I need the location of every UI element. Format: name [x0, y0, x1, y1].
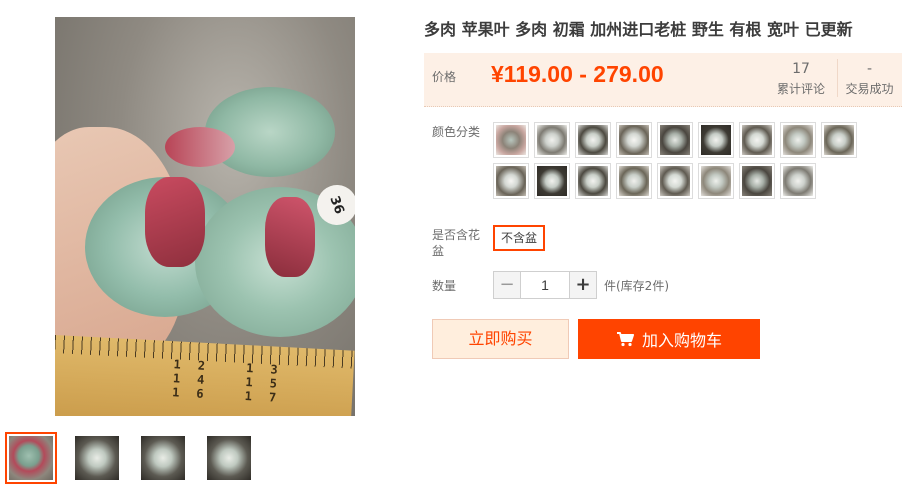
product-title: 多肉 苹果叶 多肉 初霜 加州进口老桩 野生 有根 宽叶 已更新: [424, 20, 853, 39]
thumbnail-3[interactable]: [137, 432, 189, 484]
succulent-red-leaf: [265, 197, 315, 277]
ruler-illustration: 12 13 14 15 16 17: [55, 335, 355, 416]
color-swatch[interactable]: [780, 122, 816, 158]
color-swatch[interactable]: [575, 122, 611, 158]
buy-now-button[interactable]: 立即购买: [432, 319, 569, 359]
color-swatch[interactable]: [616, 122, 652, 158]
quantity-increase-button[interactable]: +: [569, 271, 597, 299]
color-swatch[interactable]: [575, 163, 611, 199]
main-product-image[interactable]: 12 13 14 15 16 17 36: [55, 17, 355, 416]
add-to-cart-button[interactable]: 加入购物车: [578, 319, 760, 359]
color-swatch[interactable]: [821, 122, 857, 158]
ruler-numbers: 12 13 14 15 16 17: [171, 357, 295, 406]
color-swatch-grid: [493, 122, 863, 199]
color-swatch[interactable]: [698, 163, 734, 199]
color-swatch[interactable]: [534, 122, 570, 158]
color-swatch[interactable]: [657, 122, 693, 158]
sales-count: -: [866, 61, 873, 77]
reviews-label: 累计评论: [776, 82, 825, 96]
color-swatch[interactable]: [739, 122, 775, 158]
price-panel: 价格 ¥119.00 - 279.00 17 累计评论 - 交易成功: [424, 53, 902, 107]
color-swatch[interactable]: [698, 122, 734, 158]
color-swatch[interactable]: [657, 163, 693, 199]
pot-option-no-pot[interactable]: 不含盆: [493, 225, 546, 251]
thumbnail-4[interactable]: [203, 432, 255, 484]
color-label: 颜色分类: [432, 125, 481, 139]
sales-stat: - 交易成功: [837, 59, 901, 97]
thumbnail-1[interactable]: [5, 432, 57, 484]
color-swatch[interactable]: [493, 122, 529, 158]
succulent-red-leaf: [165, 127, 235, 167]
color-swatch[interactable]: [493, 163, 529, 199]
price-range: ¥119.00 - 279.00: [491, 61, 664, 87]
reviews-count: 17: [792, 61, 810, 77]
price-label: 价格: [432, 70, 457, 84]
sales-label: 交易成功: [845, 82, 894, 96]
quantity-decrease-button[interactable]: −: [493, 271, 521, 299]
shopping-cart-icon: [616, 331, 634, 347]
quantity-input[interactable]: [521, 271, 569, 299]
color-swatch[interactable]: [534, 163, 570, 199]
color-swatch[interactable]: [739, 163, 775, 199]
color-swatch[interactable]: [616, 163, 652, 199]
reviews-stat[interactable]: 17 累计评论: [769, 59, 833, 97]
quantity-label: 数量: [432, 279, 457, 293]
thumbnail-strip: [5, 432, 255, 484]
thumbnail-2[interactable]: [71, 432, 123, 484]
quantity-stepper: − +: [493, 271, 597, 299]
pot-label: 是否含花盆: [432, 228, 481, 258]
succulent-red-leaf: [145, 177, 205, 267]
color-swatch[interactable]: [780, 163, 816, 199]
stock-text: 件(库存2件): [604, 279, 669, 293]
add-to-cart-label: 加入购物车: [641, 331, 722, 350]
